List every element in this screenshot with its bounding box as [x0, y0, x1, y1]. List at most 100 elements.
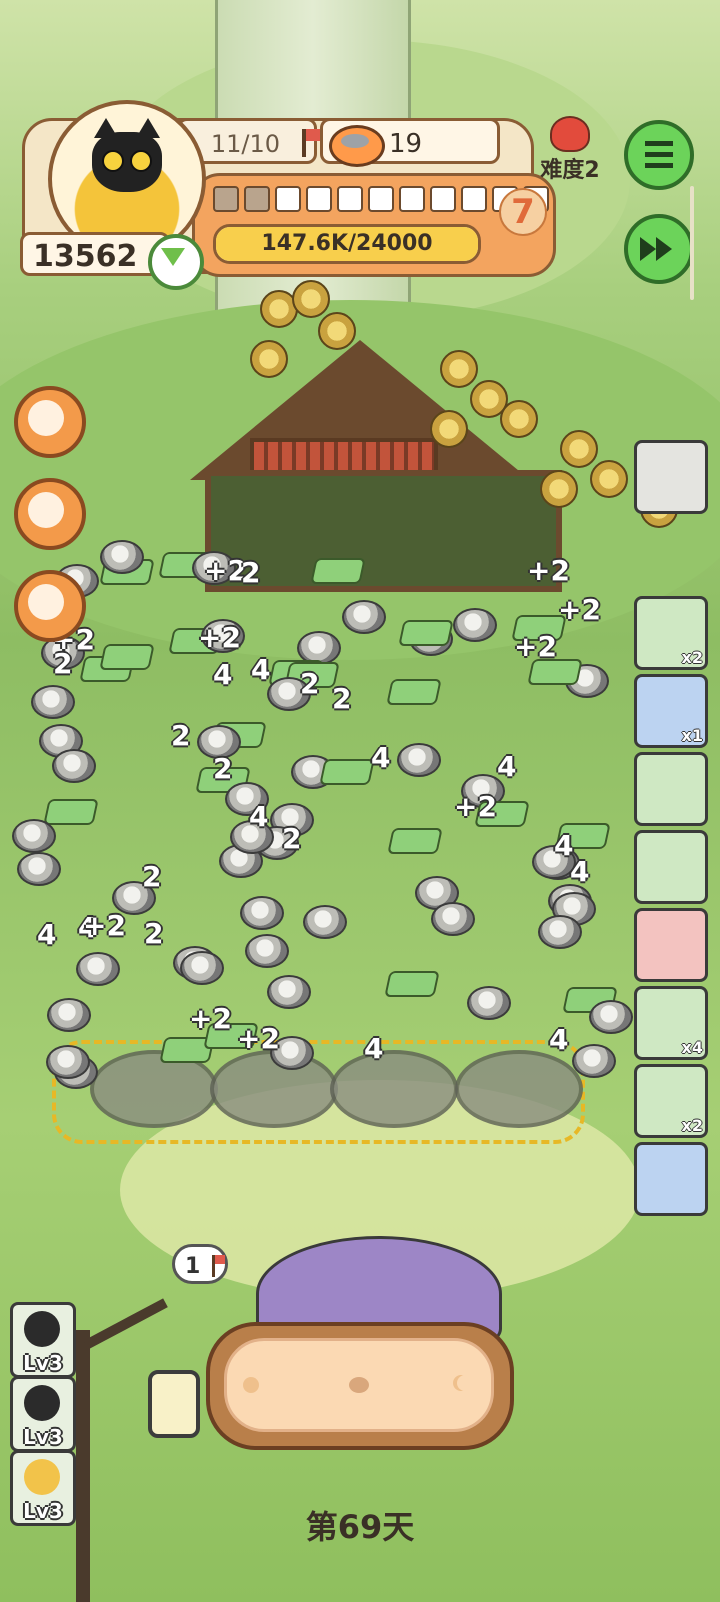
- black-cat-icon: [92, 118, 162, 192]
- leaf-token[interactable]: [319, 759, 375, 785]
- side-card-fish[interactable]: x4: [634, 986, 708, 1060]
- difficulty-indicator[interactable]: 难度2: [530, 116, 610, 186]
- side-card-ticket[interactable]: [634, 830, 708, 904]
- count-badge: x2: [681, 648, 703, 667]
- lamp-branch: [83, 1298, 168, 1350]
- gain-number: 4: [249, 800, 269, 833]
- level-block: [337, 186, 363, 212]
- device-button[interactable]: [14, 570, 86, 642]
- flag-count: 11/10: [210, 130, 280, 158]
- flag-bubble[interactable]: 1: [172, 1244, 228, 1284]
- gain-number: 2: [300, 667, 320, 700]
- expand-button[interactable]: [148, 234, 204, 290]
- stone-token[interactable]: [46, 1045, 90, 1079]
- stone-token[interactable]: [572, 1044, 616, 1078]
- stone-token[interactable]: [47, 998, 91, 1032]
- leaf-token[interactable]: [384, 971, 440, 997]
- day-board[interactable]: [206, 1322, 514, 1450]
- gain-number: 4: [213, 658, 233, 691]
- stone-token[interactable]: [431, 902, 475, 936]
- level-block: [430, 186, 456, 212]
- gain-number: 4: [37, 918, 57, 951]
- gain-number: +2: [514, 630, 557, 663]
- ghost-icon: [24, 1311, 60, 1347]
- stone-token[interactable]: [538, 915, 582, 949]
- count-badge: x1: [681, 726, 703, 745]
- level-block: [399, 186, 425, 212]
- level-label: Lv3: [23, 1351, 63, 1375]
- stone-token[interactable]: [245, 934, 289, 968]
- stone-token[interactable]: [31, 685, 75, 719]
- leaf-token[interactable]: [386, 679, 442, 705]
- gain-number: +2: [454, 790, 497, 823]
- gain-number: 2: [144, 917, 164, 950]
- stone-token[interactable]: [76, 952, 120, 986]
- side-card-hut[interactable]: [634, 752, 708, 826]
- paw-coin[interactable]: [560, 430, 598, 468]
- handheld-icon: [28, 584, 64, 620]
- leaf-token[interactable]: [99, 644, 155, 670]
- stone-token[interactable]: [342, 600, 386, 634]
- paw-coin[interactable]: [430, 410, 468, 448]
- stone-token[interactable]: [240, 896, 284, 930]
- fast-forward-button[interactable]: [624, 214, 694, 284]
- menu-button[interactable]: [624, 120, 694, 190]
- paw-coin[interactable]: [292, 280, 330, 318]
- level-block: [461, 186, 487, 212]
- progress-bar: 147.6K/24000: [213, 224, 481, 264]
- sun-icon: [243, 1377, 259, 1393]
- cat-face-icon: [28, 492, 64, 528]
- leaf-token[interactable]: [310, 558, 366, 584]
- leaf-token[interactable]: [43, 799, 99, 825]
- paw-coin[interactable]: [540, 470, 578, 508]
- paw-coin[interactable]: [250, 340, 288, 378]
- gain-number: 2: [241, 556, 261, 589]
- stone-token[interactable]: [453, 608, 497, 642]
- scroll-indicator: [690, 186, 694, 300]
- side-card-leaf[interactable]: x2: [634, 596, 708, 670]
- paw-coin[interactable]: [318, 312, 356, 350]
- side-card-skeleton[interactable]: [634, 908, 708, 982]
- gain-number: 2: [142, 860, 162, 893]
- gain-number: 2: [282, 822, 302, 855]
- cat-button[interactable]: [14, 478, 86, 550]
- side-card-stall[interactable]: [634, 1142, 708, 1216]
- lv-card-frog[interactable]: Lv3: [10, 1376, 76, 1452]
- moon-icon: [457, 1375, 473, 1391]
- gain-number: 2: [213, 752, 233, 785]
- gain-number: +2: [189, 1002, 232, 1035]
- stone-token[interactable]: [303, 905, 347, 939]
- progress-text: 147.6K/24000: [261, 231, 433, 256]
- bubble-count: 1: [185, 1254, 201, 1279]
- resource-pile[interactable]: 2 +2 4 +2 2 4 +2 2 4 +2 4 2 +2 4 2 4 +2 2 4 +2 2 4 +2 4 2 +2 4 2 +2 4: [0, 540, 660, 1100]
- stone-token[interactable]: [100, 540, 144, 574]
- paw-coin[interactable]: [440, 350, 478, 388]
- side-card-raccoon[interactable]: [634, 440, 708, 514]
- gain-number: 4: [371, 741, 391, 774]
- flag-icon: [302, 129, 320, 157]
- paw-coin[interactable]: [590, 460, 628, 498]
- stone-token[interactable]: [180, 951, 224, 985]
- gain-number: 4: [364, 1032, 384, 1065]
- paw-coin[interactable]: [500, 400, 538, 438]
- coin-counter: 13562: [20, 232, 170, 276]
- gain-number: +2: [198, 621, 241, 654]
- bowl-icon: [28, 400, 64, 436]
- stone-token[interactable]: [397, 743, 441, 777]
- gain-number: 2: [171, 719, 191, 752]
- leaf-token[interactable]: [398, 620, 454, 646]
- side-card-gear[interactable]: x1: [634, 674, 708, 748]
- list-icon: [645, 141, 673, 169]
- stone-token[interactable]: [17, 852, 61, 886]
- stone-token[interactable]: [52, 749, 96, 783]
- stone-token[interactable]: [267, 975, 311, 1009]
- bowl-shop-button[interactable]: [14, 386, 86, 458]
- level-block: [244, 186, 270, 212]
- stone-token[interactable]: [467, 986, 511, 1020]
- gain-number: 4: [251, 653, 271, 686]
- leaf-token[interactable]: [387, 828, 443, 854]
- stone-token[interactable]: [12, 819, 56, 853]
- side-card-sack[interactable]: x2: [634, 1064, 708, 1138]
- lv-card-ghost[interactable]: Lv3: [10, 1302, 76, 1378]
- stone-token[interactable]: [589, 1000, 633, 1034]
